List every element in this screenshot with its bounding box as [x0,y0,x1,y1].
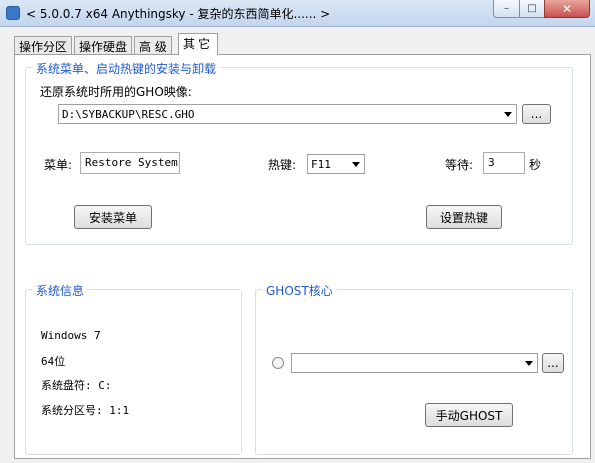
set-hotkey-button[interactable]: 设置热键 [426,205,502,229]
menu-label: 菜单: [44,158,73,172]
title-bar: < 5.0.0.7 x64 Anythingsky - 复杂的东西简单化....… [0,0,595,27]
window-title: < 5.0.0.7 x64 Anythingsky - 复杂的东西简单化....… [26,7,331,21]
menu-hotkey-group-title: 系统菜单、启动热键的安装与卸载 [32,60,221,77]
gho-path-select[interactable]: D:\SYBACKUP\RESC.GHO [58,104,517,124]
ghost-core-select[interactable] [291,353,538,373]
system-partition: 系统分区号: 1:1 [41,404,130,417]
menu-name-input[interactable]: Restore System [80,152,180,174]
install-menu-button[interactable]: 安装菜单 [74,205,152,229]
tab-advanced[interactable]: 高 级 [134,36,172,54]
chevron-down-icon [525,361,533,366]
menu-name-value: Restore System [85,156,178,169]
tab-panel: 系统菜单、启动热键的安装与卸载 还原系统时所用的GHO映像: D:\SYBACK… [14,54,591,459]
maximize-button[interactable]: □ [519,0,545,18]
wait-label: 等待: [445,158,474,172]
wait-seconds-value: 3 [488,156,495,169]
hotkey-label: 热键: [268,158,297,172]
ghost-core-browse-button[interactable]: ... [542,353,564,373]
os-name: Windows 7 [41,329,101,342]
system-info-group: 系统信息 Windows 7 64位 系统盘符: C: 系统分区号: 1:1 [25,282,242,455]
system-info-group-title: 系统信息 [32,282,89,299]
gho-browse-button[interactable]: ... [522,104,551,124]
ghost-core-group-title: GHOST核心 [262,282,337,299]
app-icon [6,6,20,20]
wait-unit-label: 秒 [529,158,542,172]
hotkey-select[interactable]: F11 [307,154,365,174]
manual-ghost-button[interactable]: 手动GHOST [425,403,513,427]
hotkey-value: F11 [311,158,331,171]
minimize-button[interactable]: – [493,0,520,18]
close-icon: ✕ [561,1,573,16]
menu-hotkey-group: 系统菜单、启动热键的安装与卸载 还原系统时所用的GHO映像: D:\SYBACK… [25,60,573,245]
system-drive: 系统盘符: C: [41,379,112,392]
wait-seconds-input[interactable]: 3 [483,152,525,174]
tab-partition[interactable]: 操作分区 [14,36,73,54]
tab-other[interactable]: 其它 [178,33,219,55]
minimize-icon: – [504,3,509,14]
ghost-core-group: GHOST核心 ... 手动GHOST [255,282,573,455]
chevron-down-icon [352,162,360,167]
chevron-down-icon [504,112,512,117]
close-button[interactable]: ✕ [544,0,590,18]
os-bits: 64位 [41,355,66,368]
ghost-core-radio[interactable] [272,357,284,369]
gho-image-label: 还原系统时所用的GHO映像: [40,85,192,99]
gho-path-value: D:\SYBACKUP\RESC.GHO [62,108,195,121]
maximize-icon: □ [527,3,537,14]
tab-disk[interactable]: 操作硬盘 [74,36,133,54]
